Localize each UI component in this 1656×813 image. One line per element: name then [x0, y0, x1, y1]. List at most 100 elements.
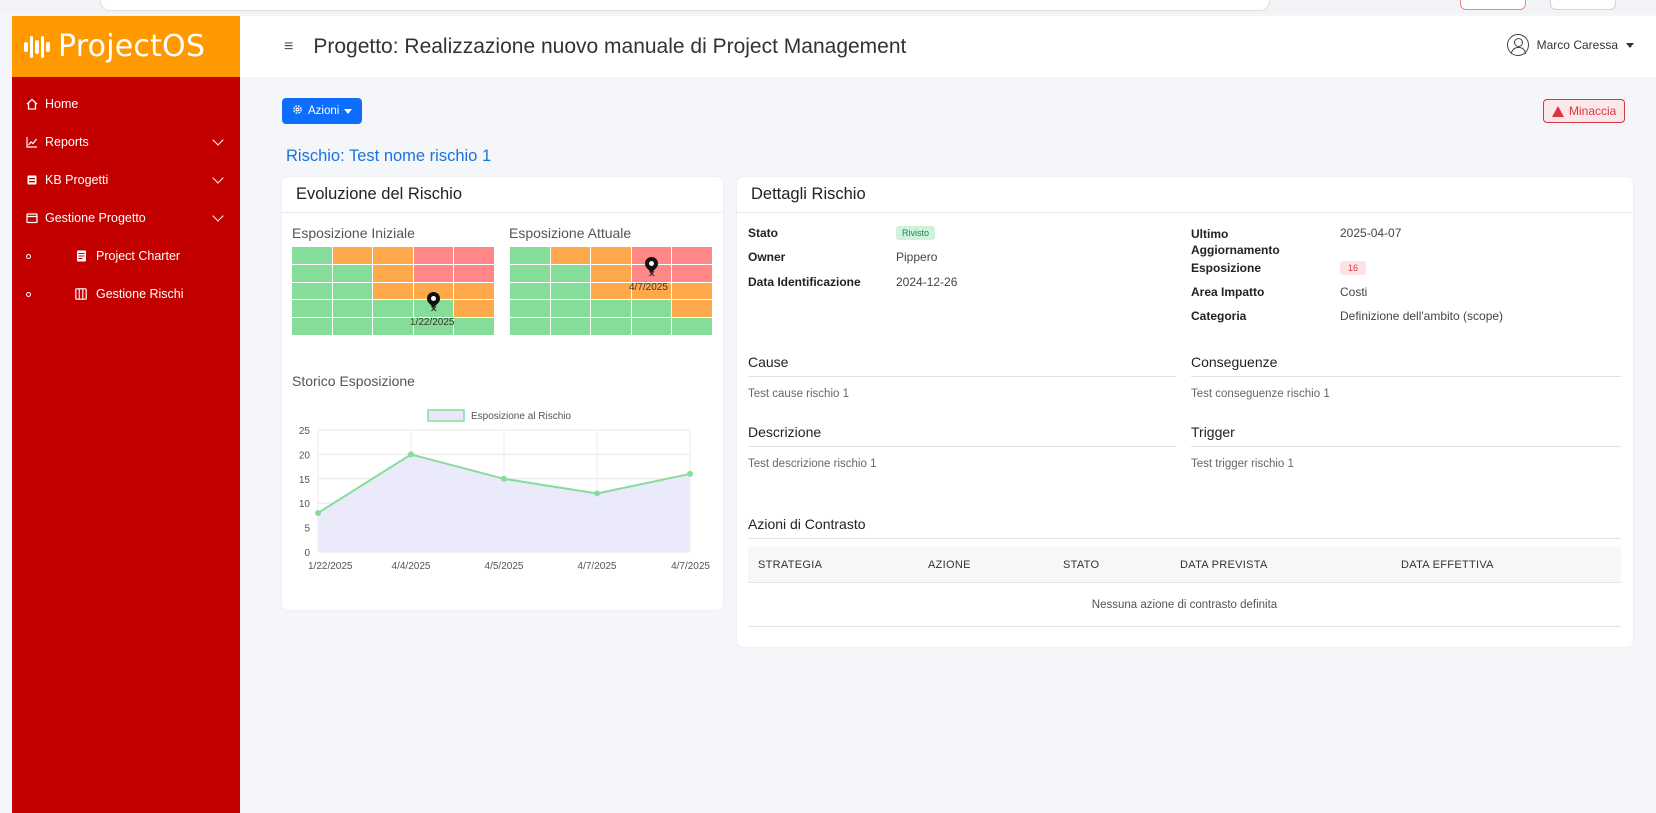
divider: [748, 446, 1176, 447]
warning-icon: [1552, 105, 1564, 117]
sidebar-item-label: Reports: [45, 135, 89, 149]
y-tick-label: 20: [299, 450, 311, 461]
risk-title: Rischio: Test nome rischio 1: [286, 147, 492, 165]
map-pin-icon: ✕: [642, 254, 661, 279]
chevron-down-icon: [212, 172, 224, 184]
azioni-label: Azioni: [308, 105, 340, 117]
heatmap-iniziale: [292, 247, 494, 335]
data-point: [408, 451, 414, 458]
home-icon: [25, 97, 39, 111]
th-stato[interactable]: STATO: [1063, 559, 1099, 571]
marker-date-attuale: 4/7/2025: [629, 282, 668, 293]
trigger-title: Trigger: [1191, 424, 1235, 440]
trigger-text: Test trigger rischio 1: [1191, 458, 1294, 470]
y-tick-label: 15: [299, 475, 311, 486]
sidebar-item-label: Gestione Progetto: [45, 211, 146, 225]
x-tick-label: 1/22/2025: [308, 561, 353, 572]
caret-down-icon: [1626, 42, 1634, 48]
descrizione-title: Descrizione: [748, 424, 822, 440]
divider: [1191, 376, 1621, 377]
storico-chart: Esposizione al Rischio 0 5 10 15 20 25 1/22/202…: [299, 409, 710, 572]
esposizione-iniziale-title: Esposizione Iniziale: [292, 225, 415, 241]
ultimo-aggiornamento-label: Ultimo Aggiornamento: [1191, 227, 1280, 257]
y-tick-label: 25: [299, 426, 311, 437]
stato-label: Stato: [748, 226, 778, 240]
azioni-dropdown-button[interactable]: Azioni: [282, 98, 363, 124]
x-tick-label: 4/7/2025: [578, 561, 617, 572]
x-tick-label: 4/5/2025: [485, 561, 524, 572]
data-point: [315, 509, 321, 516]
minaccia-badge-button[interactable]: Minaccia: [1543, 99, 1626, 123]
folder-icon: [25, 211, 39, 225]
esposizione-attuale-title: Esposizione Attuale: [509, 225, 632, 241]
sidebar-item-reports[interactable]: Reports: [12, 123, 240, 161]
stato-badge: Rivisto: [896, 226, 936, 240]
th-data-effettiva[interactable]: DATA EFFETTIVA: [1401, 559, 1494, 571]
th-strategia[interactable]: STRATEGIA: [758, 559, 822, 571]
map-pin-icon: ✕: [424, 289, 443, 314]
azioni-table-header: STRATEGIA AZIONE STATO DATA PREVISTA DAT…: [748, 547, 1621, 583]
th-azione[interactable]: AZIONE: [928, 559, 971, 571]
data-point: [687, 470, 693, 477]
chevron-down-icon: [212, 210, 224, 222]
page-title: Progetto: Realizzazione nuovo manuale di…: [313, 34, 907, 58]
user-menu[interactable]: Marco Caressa: [1506, 34, 1634, 56]
th-data-prevista[interactable]: DATA PREVISTA: [1180, 559, 1268, 571]
sidebar-nav: Home Reports KB Progetti Gestione Proget…: [12, 77, 240, 313]
top-pill-gray[interactable]: [1550, 0, 1616, 10]
document-icon: [74, 249, 88, 263]
brand-name: ProjectOS: [58, 29, 206, 64]
data-identificazione-label: Data Identificazione: [748, 275, 861, 289]
sidebar-item-label: Home: [45, 97, 79, 111]
conseguenze-title: Conseguenze: [1191, 354, 1278, 370]
sidebar-item-project-charter[interactable]: Project Charter: [12, 237, 240, 275]
data-point: [501, 475, 507, 482]
address-bar[interactable]: [100, 0, 1270, 11]
cause-text: Test cause rischio 1: [748, 388, 849, 400]
divider: [1191, 446, 1621, 447]
sidebar-item-home[interactable]: Home: [12, 85, 240, 123]
database-icon: [25, 173, 39, 187]
categoria-value: Definizione dell'ambito (scope): [1340, 309, 1504, 323]
evoluzione-card-title: Evoluzione del Rischio: [282, 177, 723, 213]
caret-down-icon: [344, 108, 353, 114]
cause-title: Cause: [748, 354, 789, 370]
divider: [748, 538, 1621, 539]
area-impatto-value: Costi: [1340, 285, 1368, 299]
sidebar: ProjectOS Home Reports KB Progetti Gesti…: [12, 16, 240, 813]
menu-toggle-icon[interactable]: ≡: [284, 38, 293, 56]
empty-table-message: Nessuna azione di contrasto definita: [748, 583, 1621, 627]
logo-icon: [24, 34, 50, 60]
sidebar-item-gestione-progetto[interactable]: Gestione Progetto: [12, 199, 240, 237]
sidebar-item-label: KB Progetti: [45, 173, 109, 187]
sidebar-item-label: Project Charter: [96, 249, 181, 263]
esposizione-label: Esposizione: [1191, 261, 1262, 275]
gear-icon: [292, 104, 303, 118]
esposizione-badge: 16: [1340, 261, 1367, 275]
divider: [748, 376, 1176, 377]
area-impatto-label: Area Impatto: [1191, 285, 1265, 299]
sidebar-item-label: Gestione Rischi: [96, 287, 184, 301]
sidebar-item-kb-progetti[interactable]: KB Progetti: [12, 161, 240, 199]
legend-swatch: [427, 409, 465, 422]
chart-line-icon: [25, 135, 39, 149]
y-tick-label: 0: [304, 548, 310, 559]
sidebar-item-gestione-rischi[interactable]: Gestione Rischi: [12, 275, 240, 313]
kanban-icon: [74, 287, 88, 301]
top-header: ≡ Progetto: Realizzazione nuovo manuale …: [240, 16, 1656, 77]
descrizione-text: Test descrizione rischio 1: [748, 458, 877, 470]
brand[interactable]: ProjectOS: [12, 16, 240, 77]
top-pill-red[interactable]: [1460, 0, 1526, 10]
y-tick-label: 5: [304, 524, 310, 535]
categoria-label: Categoria: [1191, 309, 1247, 323]
data-identificazione-value: 2024-12-26: [896, 275, 958, 289]
legend-label: Esposizione al Rischio: [471, 411, 571, 422]
azioni-contrasto-title: Azioni di Contrasto: [748, 516, 866, 532]
x-tick-label: 4/7/2025: [671, 561, 710, 572]
minaccia-label: Minaccia: [1569, 104, 1617, 118]
browser-top-sliver: [0, 0, 1656, 14]
user-name: Marco Caressa: [1536, 38, 1618, 52]
owner-label: Owner: [748, 250, 786, 264]
y-tick-label: 10: [299, 499, 311, 510]
conseguenze-text: Test conseguenze rischio 1: [1191, 388, 1330, 400]
